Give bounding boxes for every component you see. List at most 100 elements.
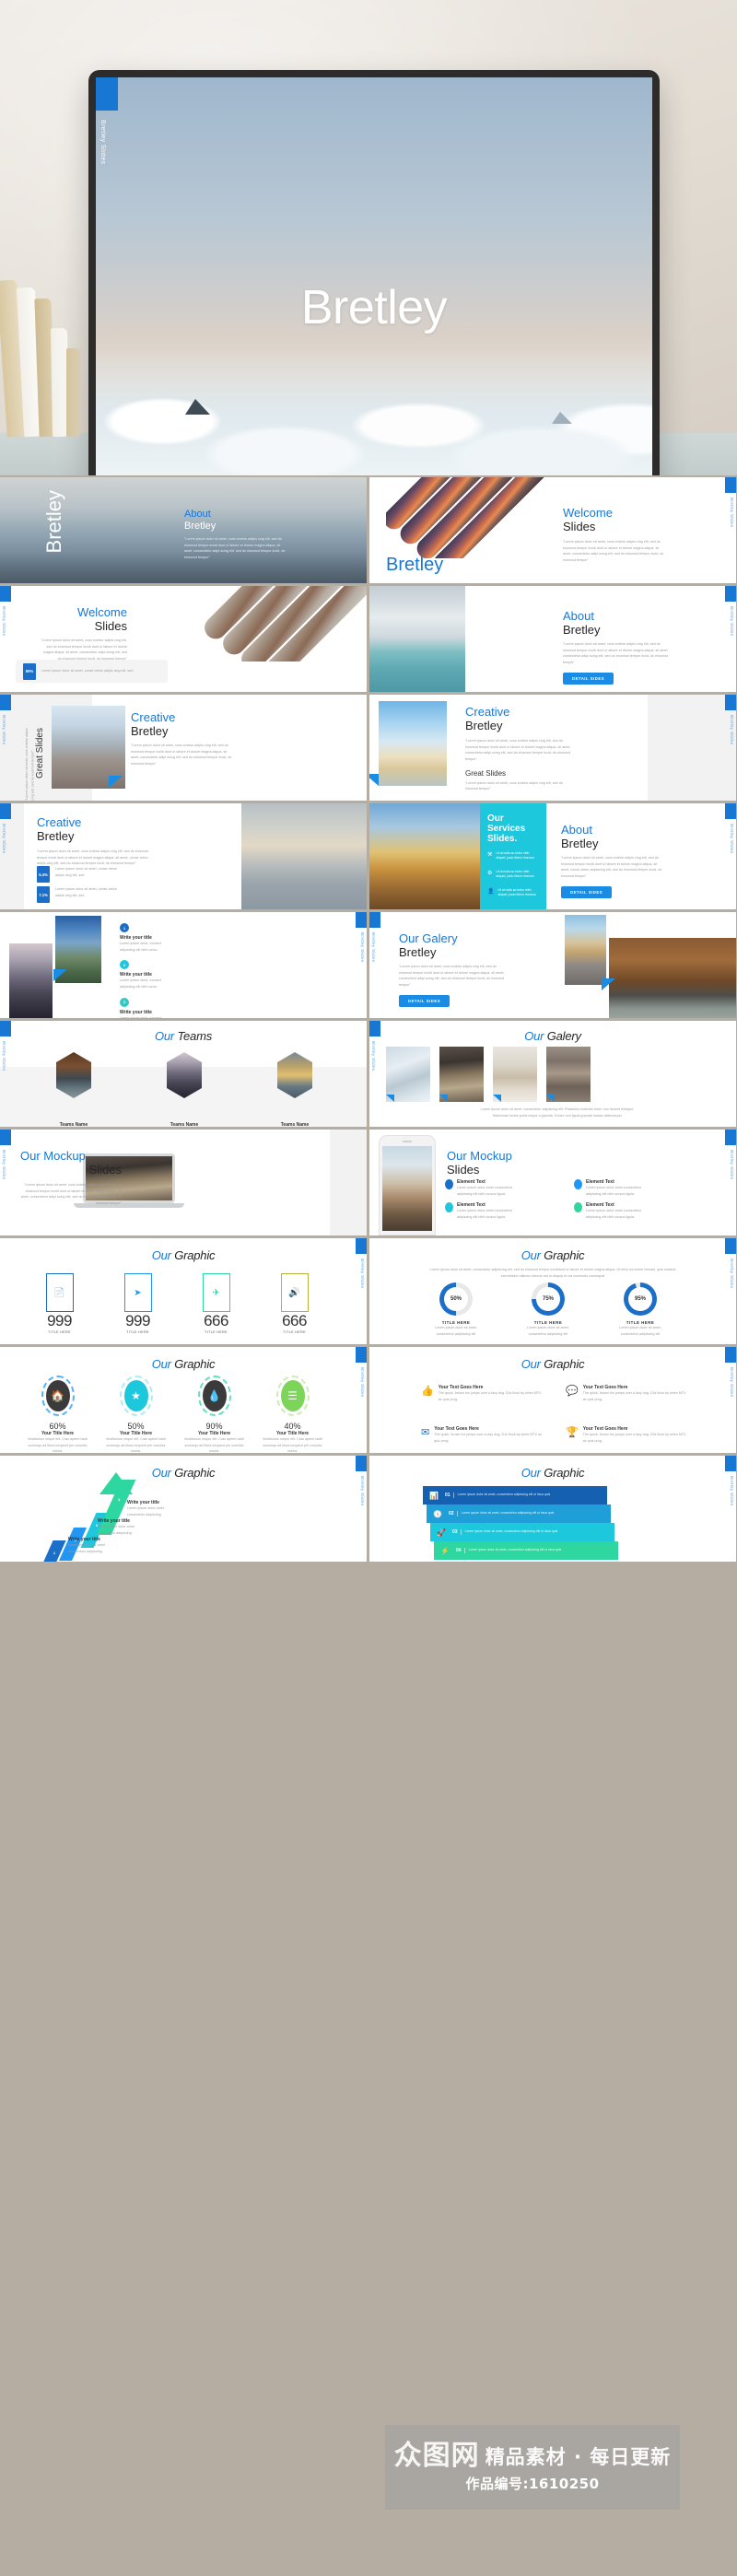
- slide-welcome-street[interactable]: Bretley Slides Welcome Slides "Lorem ips…: [0, 586, 367, 692]
- arrow-accent: [109, 776, 123, 788]
- slide-cover-about[interactable]: Bretley About Bretley "Lorem ipsum dolor…: [0, 477, 367, 583]
- slide-heading-blue: Welcome: [563, 506, 613, 520]
- slide-row: Bretley About Bretley "Lorem ipsum dolor…: [0, 477, 737, 583]
- member-name: Teams Name: [59, 1122, 88, 1127]
- gear-icon: ⚙: [487, 870, 493, 876]
- slide-our-teams[interactable]: Bretley Slides Our Teams Teams Name Lore…: [0, 1021, 367, 1127]
- slide-body: "Lorem ipsum dolor sit amet, cons ectetu…: [131, 744, 232, 767]
- pill-text: Vestibulum neque elit. Cras aptent tacit…: [183, 1437, 245, 1453]
- slide-galery-grid[interactable]: Bretley Slides Our Galery Lorem ipsum do…: [369, 1021, 736, 1127]
- pill-text: Vestibulum neque elit. Cras aptent tacit…: [27, 1437, 88, 1453]
- monitor-mockup: Bretley Slides Bretley: [88, 70, 660, 475]
- title-part-blue: Our: [521, 1357, 541, 1371]
- slide-services[interactable]: Bretley Slides Our Services Slides. ⚒ Ut…: [369, 803, 736, 909]
- band-text: Lorem ipsum dolor sit amet, consectetur …: [456, 1511, 567, 1516]
- accent-tab-left: [0, 695, 11, 710]
- counter-label: TITLE HERE: [205, 1330, 228, 1334]
- donut-text: Lorem ipsum dolor sit amet, consectetur …: [527, 1326, 569, 1336]
- slide-heading-dark: Bretley: [131, 723, 169, 738]
- band-text: Lorem ipsum dolor sit amet, consectetur …: [463, 1548, 575, 1553]
- slide-graphic-icons[interactable]: Bretley Slides Our Graphic 👍 Your Text G…: [369, 1347, 736, 1453]
- mountain-peak-icon: [184, 398, 210, 415]
- step-text: Lorem ipsum dolor amet consectetur adipi…: [68, 1543, 105, 1553]
- pill-percent: 90%: [205, 1422, 223, 1431]
- slide-mockup-laptop[interactable]: Bretley Slides Our Mockup Slides "Lorem …: [0, 1130, 367, 1235]
- slide-creative-left[interactable]: Bretley Slides "Lorem ipsum dolor sit am…: [0, 695, 367, 801]
- slide-welcome-ribbons[interactable]: Bretley Slides Bretley Welcome Slides "L…: [369, 477, 736, 583]
- slide-side-label: Bretley Slides: [2, 824, 6, 854]
- slide-title: Our Graphic: [0, 1466, 367, 1480]
- detail-sides-button[interactable]: DETAIL SIDES: [563, 672, 614, 685]
- slide-row: Bretley Slides Our Teams Teams Name Lore…: [0, 1021, 737, 1127]
- panel-bg: [648, 695, 736, 801]
- accent-tab-right: [356, 912, 367, 928]
- accent-tab-right: [725, 477, 736, 493]
- palms-photo: [369, 803, 480, 909]
- gallery-item: [386, 1047, 430, 1102]
- slide-about-opera[interactable]: Bretley Slides About Bretley "Lorem ipsu…: [369, 586, 736, 692]
- arrow-accent: [602, 978, 615, 990]
- gallery-caption-1: Lorem ipsum dolor sit amet, consectetur …: [480, 1107, 635, 1111]
- slide-heading-blue: Our Galery: [399, 931, 458, 945]
- donut-item: 75% TITLE HERE Lorem ipsum dolor sit ame…: [521, 1282, 576, 1337]
- page-icon: 📄: [53, 1287, 65, 1298]
- slide-body: "Lorem ipsum dolor sit amet, cons ectetu…: [41, 638, 127, 661]
- slide-graphic-arrow[interactable]: Bretley Slides Our Graphic 1 2 3 4 Write…: [0, 1456, 367, 1562]
- arrow-accent: [493, 1095, 501, 1102]
- bullet-icon: [445, 1202, 453, 1213]
- slide-creative-stats[interactable]: Bretley Slides Creative Bretley "Lorem i…: [0, 803, 367, 909]
- slide-heading-blue: About: [184, 509, 211, 520]
- element-item: Element Text Lorem ipsum dolor amet cons…: [445, 1179, 554, 1197]
- element-item: Element Text Lorem ipsum dolor amet cons…: [574, 1202, 683, 1220]
- send-icon: ➤: [134, 1287, 142, 1298]
- accent-tab-right: [725, 586, 736, 602]
- element-text: Lorem ipsum dolor amet consectetur adipi…: [457, 1209, 513, 1219]
- slide-heading-dark: Slides: [447, 1162, 480, 1177]
- donut-chart: 95%: [624, 1282, 657, 1316]
- slide-numbered-list[interactable]: Bretley Slides 1 Write your title Lorem …: [0, 912, 367, 1018]
- slide-side-label: Bretley Slides: [730, 715, 734, 745]
- slide-heading-blue: Creative: [131, 710, 176, 724]
- mail-icon: ✉: [421, 1427, 430, 1439]
- slide-heading-blue: About: [561, 823, 592, 837]
- detail-sides-button[interactable]: DETAIL SIDES: [561, 885, 613, 898]
- rocket-icon: 🚀: [437, 1528, 446, 1537]
- watermark-tagline: 精品素材 · 每日更新: [485, 2445, 672, 2468]
- pill-text: Vestibulum neque elit. Cras aptent tacit…: [105, 1437, 167, 1453]
- stat-text: Lorem ipsum dolor sit amet, conse ctetur…: [41, 669, 134, 673]
- slide-graphic-pills[interactable]: Bretley Slides Our Graphic 🏠 60% Your Ti…: [0, 1347, 367, 1453]
- slide-graphic-counters[interactable]: Bretley Slides Our Graphic 📄 999 TITLE H…: [0, 1238, 367, 1344]
- slide-heading-dark: Bretley: [563, 622, 601, 637]
- step-number: 3: [120, 997, 129, 1007]
- detail-sides-button[interactable]: DETAIL SIDES: [399, 994, 450, 1007]
- slide-heading-blue: Creative: [465, 705, 510, 719]
- rocket-icon: ✈: [212, 1287, 220, 1298]
- title-part-blue: Our: [521, 1466, 541, 1480]
- pudong-photo: [241, 803, 367, 909]
- slide-mockup-phone[interactable]: Bretley Slides Our Mockup Slides Element…: [369, 1130, 736, 1235]
- slide-body: "Lorem ipsum dolor sit amet, cons ectetu…: [563, 540, 664, 563]
- band-number: 04: [456, 1548, 462, 1553]
- title-part-dark: Graphic: [174, 1357, 216, 1371]
- slide-heading-blue: Welcome: [77, 605, 127, 619]
- slide-galery-bretley[interactable]: Bretley Slides Our Galery Bretley "Lorem…: [369, 912, 736, 1018]
- watermark-code: 作品编号:1610250: [465, 2475, 600, 2492]
- item-text: Lorem ipsum dolor, consect adipiscing el…: [120, 942, 162, 952]
- accent-tab-left: [369, 1021, 380, 1036]
- gallery-item: [546, 1047, 591, 1102]
- slide-creative-right[interactable]: Bretley Slides Creative Bretley "Lorem i…: [369, 695, 736, 801]
- monitor-bezel: Bretley Slides Bretley: [88, 70, 660, 475]
- arrow-accent: [546, 1095, 555, 1102]
- step-item: Write your title Lorem ipsum dolor amet …: [68, 1537, 120, 1554]
- band-text: Lorem ipsum dolor sit amet, consectetur …: [460, 1529, 571, 1535]
- service-item: ⚒ Ut at nulla ac tortor nibh aliquet, ju…: [487, 851, 539, 861]
- slide-graphic-donuts[interactable]: Bretley Slides Our Graphic Lorem ipsum d…: [369, 1238, 736, 1344]
- accent-tab-right: [725, 1456, 736, 1471]
- slide-intro: Lorem ipsum dolor sit amet, consectetur …: [429, 1268, 676, 1278]
- slide-heading-dark: Bretley: [399, 944, 437, 959]
- phone-mockup: [379, 1135, 436, 1235]
- counter-value: 666: [282, 1312, 307, 1329]
- slide-graphic-ribbons[interactable]: Bretley Slides Our Graphic 📊 01 Lorem ip…: [369, 1456, 736, 1562]
- panel-bg: [330, 1130, 367, 1235]
- element-text: Lorem ipsum dolor amet consectetur adipi…: [457, 1186, 513, 1196]
